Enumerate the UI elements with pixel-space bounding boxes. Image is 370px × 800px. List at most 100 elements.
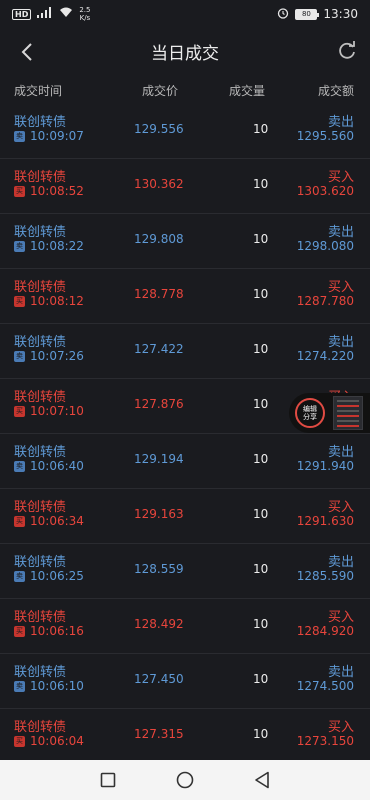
chevron-left-icon	[21, 43, 32, 61]
trade-volume: 10	[253, 562, 269, 576]
back-button[interactable]	[16, 40, 40, 64]
wifi-icon	[59, 7, 73, 21]
trade-row[interactable]: 联创转债卖 10:06:10 127.450 10 卖出 1274.500	[0, 654, 370, 709]
trade-row[interactable]: 联创转债买 10:08:12 128.778 10 买入 1287.780	[0, 269, 370, 324]
trade-volume: 10	[253, 727, 269, 741]
trade-side: 买入	[327, 280, 354, 295]
trade-name: 联创转债	[14, 610, 67, 625]
header-volume: 成交量	[229, 84, 266, 98]
status-bar: HD 2.5 K/s 80 13:30	[0, 0, 370, 28]
floating-share-widget[interactable]: 编辑 分享	[289, 393, 370, 433]
trade-side-tag: 买	[14, 406, 25, 417]
trade-amount: 1287.780	[296, 294, 354, 308]
trade-side: 卖出	[327, 115, 354, 130]
trade-time: 10:06:25	[30, 569, 84, 583]
trade-side-tag: 买	[14, 736, 25, 747]
trade-volume: 10	[253, 397, 269, 411]
trade-volume: 10	[253, 287, 269, 301]
trade-time: 10:06:10	[30, 679, 84, 693]
trade-price: 127.422	[134, 342, 184, 356]
trade-volume: 10	[253, 617, 269, 631]
trade-amount: 1291.630	[296, 514, 354, 528]
trade-price: 127.876	[134, 397, 184, 411]
trade-volume: 10	[253, 672, 269, 686]
trade-price: 129.808	[134, 232, 184, 246]
refresh-button[interactable]	[336, 40, 358, 62]
trade-side-tag: 买	[14, 296, 25, 307]
trade-name: 联创转债	[14, 555, 67, 570]
trade-amount: 1295.560	[296, 129, 354, 143]
trade-time: 10:08:22	[30, 239, 84, 253]
trade-row[interactable]: 联创转债买 10:06:04 127.315 10 买入 1273.150	[0, 709, 370, 764]
trade-side: 卖出	[327, 445, 354, 460]
square-icon	[101, 772, 116, 788]
trade-name: 联创转债	[14, 500, 67, 515]
trade-row[interactable]: 联创转债买 10:08:52 130.362 10 买入 1303.620	[0, 159, 370, 214]
trade-time: 10:07:26	[30, 349, 84, 363]
trade-price: 130.362	[134, 177, 184, 191]
trade-time: 10:08:12	[30, 294, 84, 308]
edit-share-label-1: 编辑	[303, 405, 317, 413]
trade-price: 129.163	[134, 507, 184, 521]
trade-price: 127.315	[134, 727, 184, 741]
status-left: HD 2.5 K/s	[12, 6, 90, 22]
trade-row[interactable]: 联创转债卖 10:08:22 129.808 10 卖出 1298.080	[0, 214, 370, 269]
trade-side: 买入	[327, 500, 354, 515]
net-speed-value: 2.5	[79, 6, 91, 14]
trade-time: 10:09:07	[30, 129, 84, 143]
trade-price: 129.194	[134, 452, 184, 466]
trade-volume: 10	[253, 122, 269, 136]
trade-row[interactable]: 联创转债卖 10:07:26 127.422 10 卖出 1274.220	[0, 324, 370, 379]
trade-amount: 1285.590	[296, 569, 354, 583]
edit-share-button[interactable]: 编辑 分享	[295, 398, 325, 428]
trade-row[interactable]: 联创转债卖 10:06:25 128.559 10 卖出 1285.590	[0, 544, 370, 599]
column-header: 成交时间 成交价 成交量 成交额	[0, 76, 370, 102]
net-speed-unit: K/s	[79, 14, 91, 22]
trade-volume: 10	[253, 342, 269, 356]
trade-time: 10:06:34	[30, 514, 84, 528]
trade-amount: 1291.940	[296, 459, 354, 473]
system-back-button[interactable]	[251, 769, 273, 791]
trade-row[interactable]: 联创转债买 10:06:34 129.163 10 买入 1291.630	[0, 489, 370, 544]
trade-amount: 1273.150	[296, 734, 354, 748]
header-price: 成交价	[142, 84, 179, 98]
recents-button[interactable]	[97, 769, 119, 791]
trade-name: 联创转债	[14, 225, 67, 240]
trade-row[interactable]: 联创转债卖 10:09:07 129.556 10 卖出 1295.560	[0, 104, 370, 159]
trade-side-tag: 卖	[14, 131, 25, 142]
refresh-icon	[339, 41, 355, 59]
trade-name: 联创转债	[14, 335, 67, 350]
clock: 13:30	[323, 7, 358, 21]
trade-side-tag: 卖	[14, 681, 25, 692]
trade-row[interactable]: 联创转债买 10:06:16 128.492 10 买入 1284.920	[0, 599, 370, 654]
trade-side: 买入	[327, 610, 354, 625]
home-button[interactable]	[174, 769, 196, 791]
network-badge: HD	[12, 8, 32, 20]
trade-name: 联创转债	[14, 720, 67, 735]
trade-time: 10:06:16	[30, 624, 84, 638]
trade-name: 联创转债	[14, 170, 67, 185]
page-title: 当日成交	[151, 43, 219, 64]
trade-side: 卖出	[327, 335, 354, 350]
status-right: 80 13:30	[277, 7, 358, 22]
trade-time: 10:07:10	[30, 404, 84, 418]
trade-volume: 10	[253, 177, 269, 191]
screenshot-thumbnail[interactable]	[333, 396, 363, 430]
trade-side: 卖出	[327, 225, 354, 240]
triangle-back-icon	[254, 771, 269, 789]
trade-side-tag: 卖	[14, 351, 25, 362]
header-amount: 成交额	[317, 84, 354, 98]
trade-list: 联创转债卖 10:09:07 129.556 10 卖出 1295.560 联创转债买 10:…	[0, 104, 370, 764]
edit-share-label-2: 分享	[303, 413, 317, 421]
trade-side: 卖出	[327, 665, 354, 680]
trade-time: 10:06:40	[30, 459, 84, 473]
trade-name: 联创转债	[14, 665, 67, 680]
trade-name: 联创转债	[14, 280, 67, 295]
alarm-icon	[277, 7, 289, 22]
trade-row[interactable]: 联创转债卖 10:06:40 129.194 10 卖出 1291.940	[0, 434, 370, 489]
trade-amount: 1284.920	[296, 624, 354, 638]
trade-name: 联创转债	[14, 390, 67, 405]
trade-price: 129.556	[134, 122, 184, 136]
trade-name: 联创转债	[14, 445, 67, 460]
trade-amount: 1298.080	[296, 239, 354, 253]
